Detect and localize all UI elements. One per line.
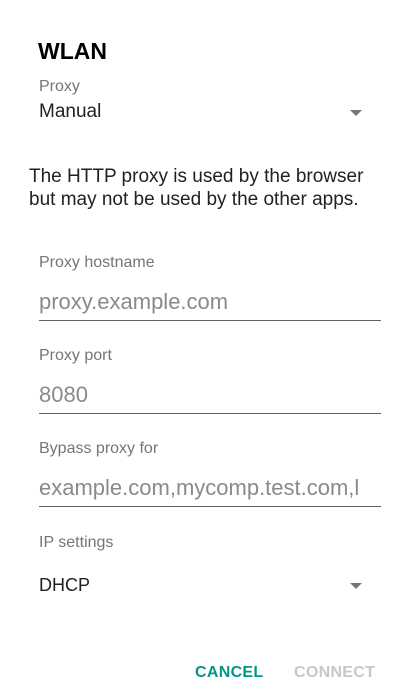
proxy-label: Proxy: [39, 78, 80, 95]
ip-settings-selected-value: DHCP: [39, 575, 91, 595]
proxy-dropdown[interactable]: Manual: [39, 98, 369, 128]
proxy-port-label: Proxy port: [39, 347, 112, 364]
proxy-port-placeholder: 8080: [39, 382, 88, 407]
proxy-port-input[interactable]: 8080: [39, 381, 381, 414]
bypass-proxy-input[interactable]: example.com,mycomp.test.com,l: [39, 474, 381, 507]
cancel-button[interactable]: CANCEL: [195, 663, 263, 683]
proxy-selected-value: Manual: [39, 101, 102, 122]
wlan-dialog: WLAN Proxy Manual The HTTP proxy is used…: [0, 0, 401, 690]
bypass-proxy-label: Bypass proxy for: [39, 440, 159, 457]
connect-button[interactable]: CONNECT: [294, 663, 375, 683]
proxy-note: The HTTP proxy is used by the browser bu…: [29, 166, 364, 210]
dialog-title: WLAN: [38, 38, 107, 64]
ip-settings-label: IP settings: [39, 534, 114, 551]
ip-settings-dropdown[interactable]: DHCP: [39, 570, 369, 600]
bypass-proxy-placeholder: example.com,mycomp.test.com,l: [39, 475, 360, 500]
dropdown-arrow-icon: [350, 110, 362, 116]
proxy-hostname-input[interactable]: proxy.example.com: [39, 288, 381, 321]
dropdown-arrow-icon: [350, 583, 362, 589]
proxy-hostname-label: Proxy hostname: [39, 254, 155, 271]
proxy-hostname-placeholder: proxy.example.com: [39, 289, 229, 314]
